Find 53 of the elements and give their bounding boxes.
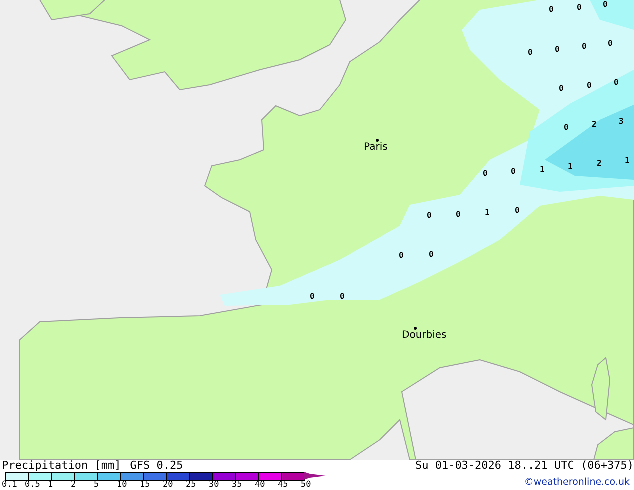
forecast-time: Su 01-03-2026 18..21 UTC (06+375) xyxy=(415,460,634,472)
city-dot xyxy=(376,139,379,142)
city-dot xyxy=(414,327,417,330)
legend-title: Precipitation [mm] xyxy=(2,460,122,472)
scale-label: 45 xyxy=(278,480,288,490)
island-land xyxy=(591,357,610,421)
model-name: GFS 0.25 xyxy=(130,460,184,472)
precipitation-value: 0 xyxy=(559,85,564,93)
precipitation-value: 0 xyxy=(549,6,554,14)
scale-label: 1 xyxy=(48,480,54,490)
precipitation-value: 0 xyxy=(340,293,345,301)
precipitation-value: 0 xyxy=(577,4,582,12)
precipitation-value: 0 xyxy=(511,168,516,176)
precipitation-value: 0 xyxy=(456,211,461,219)
scale-label: 15 xyxy=(140,480,150,490)
precipitation-value: 0 xyxy=(427,212,432,220)
scale-label: 10 xyxy=(117,480,128,490)
scale-arrow-icon xyxy=(304,472,326,480)
scale-label: 50 xyxy=(301,480,312,490)
precipitation-value: 3 xyxy=(619,118,624,126)
precipitation-value: 1 xyxy=(485,209,490,217)
scale-label: 30 xyxy=(209,480,220,490)
precipitation-value: 0 xyxy=(528,49,533,57)
precipitation-value: 2 xyxy=(592,121,597,129)
precipitation-value: 0 xyxy=(608,40,613,48)
precipitation-value: 0 xyxy=(483,170,488,178)
scale-label: 2 xyxy=(71,480,76,490)
scale-label: 40 xyxy=(255,480,266,490)
precipitation-value: 0 xyxy=(582,43,587,51)
precipitation-value: 1 xyxy=(625,157,630,165)
scale-label: 5 xyxy=(94,480,100,490)
scale-label: 0.1 xyxy=(2,480,18,490)
scale-label: 25 xyxy=(186,480,196,490)
precipitation-value: 1 xyxy=(540,166,545,174)
city-label: Paris xyxy=(364,142,388,153)
precipitation-value: 0 xyxy=(515,207,520,215)
precipitation-value: 0 xyxy=(587,82,592,90)
precipitation-value: 0 xyxy=(310,293,315,301)
scale-label: 35 xyxy=(232,480,242,490)
precipitation-value: 0 xyxy=(399,252,404,260)
credit-link[interactable]: ©weatheronline.co.uk xyxy=(524,477,630,489)
precipitation-value: 0 xyxy=(603,1,608,9)
precipitation-value: 0 xyxy=(555,46,560,54)
precipitation-value: 0 xyxy=(564,124,569,132)
island-land xyxy=(593,427,634,460)
scale-label: 20 xyxy=(163,480,174,490)
precipitation-value: 0 xyxy=(614,79,619,87)
precipitation-value: 1 xyxy=(568,163,573,171)
scale-label: 0.5 xyxy=(25,480,40,490)
precipitation-value: 2 xyxy=(597,160,602,168)
precipitation-value: 0 xyxy=(429,251,434,259)
precipitation-area xyxy=(590,0,634,30)
city-label: Dourbies xyxy=(402,330,447,341)
